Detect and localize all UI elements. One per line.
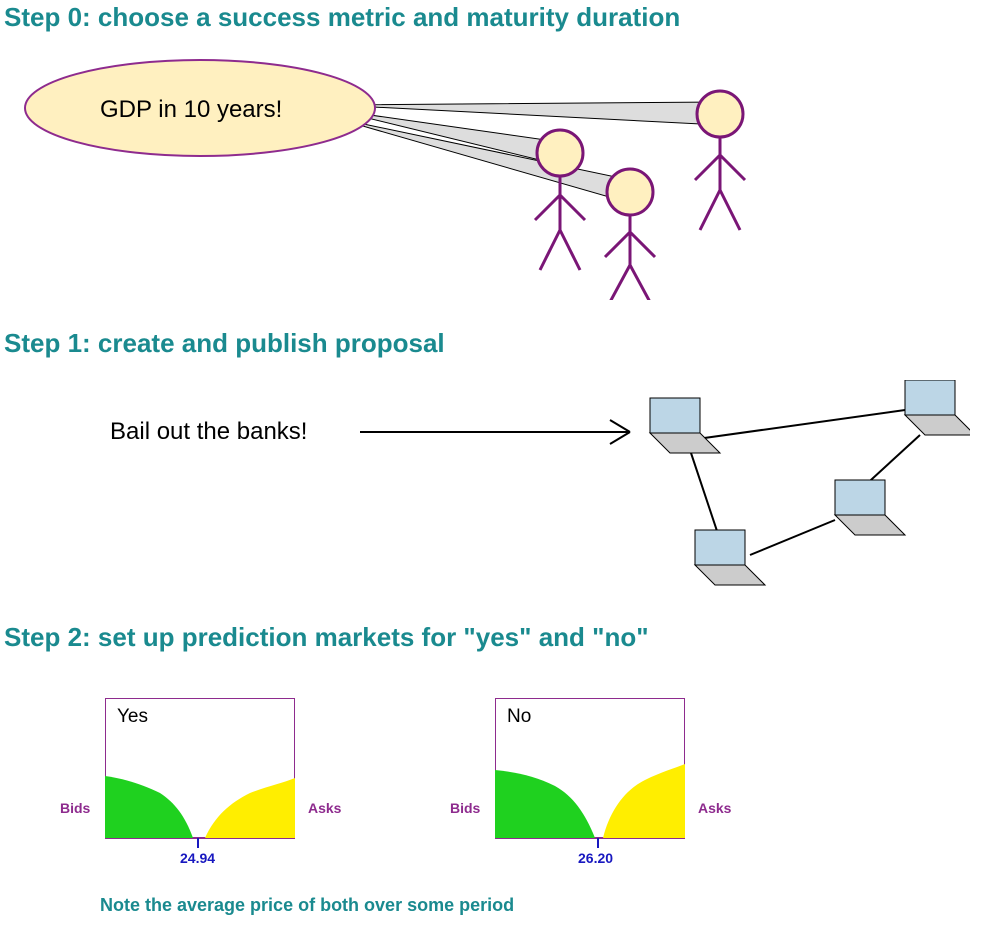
laptop-icon [650, 398, 720, 453]
no-chart-title: No [507, 706, 531, 728]
proposal-text: Bail out the banks! [110, 418, 307, 446]
person-icon [535, 130, 585, 270]
yes-chart-title: Yes [117, 706, 148, 728]
person-icon [605, 169, 655, 300]
no-bids-label: Bids [450, 800, 480, 816]
no-price: 26.20 [578, 850, 613, 866]
step1-illustration [350, 380, 970, 610]
yes-price: 24.94 [180, 850, 215, 866]
laptop-icon [905, 380, 970, 435]
laptop-icon [835, 480, 905, 535]
metric-bubble-text: GDP in 10 years! [100, 96, 282, 124]
yes-asks-label: Asks [308, 800, 341, 816]
step2-heading: Step 2: set up prediction markets for "y… [4, 622, 649, 653]
step0-heading: Step 0: choose a success metric and matu… [4, 2, 680, 33]
no-asks-label: Asks [698, 800, 731, 816]
step2-note: Note the average price of both over some… [100, 895, 514, 916]
step1-heading: Step 1: create and publish proposal [4, 328, 445, 359]
step0-illustration [0, 40, 800, 300]
person-icon [695, 91, 745, 230]
yes-bids-label: Bids [60, 800, 90, 816]
laptop-icon [695, 530, 765, 585]
